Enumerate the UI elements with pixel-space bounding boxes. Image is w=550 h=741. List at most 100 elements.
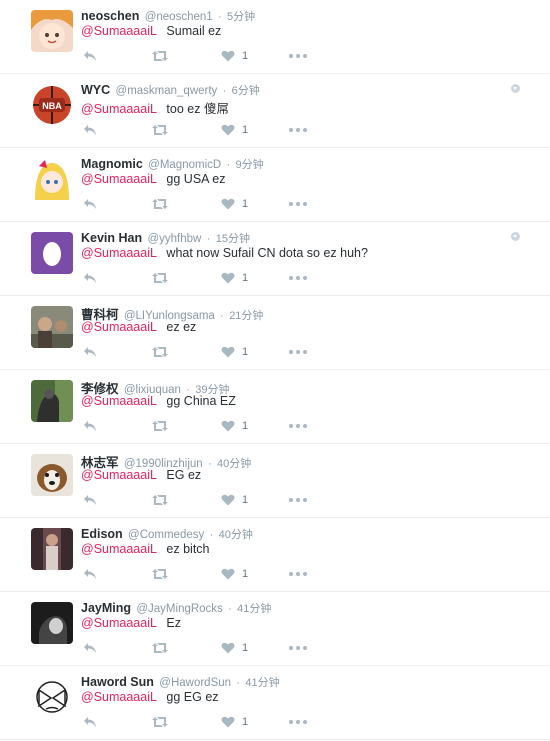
tweet-actions: 1	[81, 269, 321, 287]
tweet-menu-caret-icon[interactable]	[511, 232, 520, 241]
avatar[interactable]: NBA	[31, 84, 73, 126]
retweet-button[interactable]	[151, 121, 169, 139]
avatar[interactable]	[31, 676, 73, 718]
mention-link[interactable]: @SumaaaaiL	[81, 616, 157, 630]
tweet-item[interactable]: Haword Sun @HawordSun · 41分钟 @SumaaaaiL …	[0, 666, 550, 740]
display-name[interactable]: Haword Sun	[81, 675, 154, 689]
separator-dot: ·	[208, 458, 212, 470]
like-button[interactable]: 1	[221, 565, 248, 583]
like-button[interactable]: 1	[221, 47, 248, 65]
avatar[interactable]	[31, 158, 73, 200]
tweet-item[interactable]: NBA WYC @maskman_qwerty · 6分钟 @SumaaaaiL…	[0, 74, 550, 148]
mention-link[interactable]: @SumaaaaiL	[81, 468, 157, 482]
mention-link[interactable]: @SumaaaaiL	[81, 102, 157, 116]
tweet-item[interactable]: Edison @Commedesy · 40分钟 @SumaaaaiL ez b…	[0, 518, 550, 592]
tweet-item[interactable]: Kevin Han @yyhfhbw · 15分钟 @SumaaaaiL wha…	[0, 222, 550, 296]
avatar[interactable]	[31, 232, 73, 274]
display-name[interactable]: Edison	[81, 527, 123, 541]
reply-button[interactable]	[83, 121, 97, 139]
avatar[interactable]	[31, 602, 73, 644]
tweet-item[interactable]: 曹科柯 @LIYunlongsama · 21分钟 @SumaaaaiL ez …	[0, 296, 550, 370]
mention-link[interactable]: @SumaaaaiL	[81, 320, 157, 334]
username[interactable]: @neoschen1	[145, 11, 213, 23]
username[interactable]: @maskman_qwerty	[116, 85, 218, 97]
avatar[interactable]	[31, 454, 73, 496]
timestamp[interactable]: 6分钟	[232, 85, 260, 97]
like-button[interactable]: 1	[221, 269, 248, 287]
timestamp[interactable]: 21分钟	[229, 310, 263, 322]
reply-button[interactable]	[83, 269, 97, 287]
reply-button[interactable]	[83, 195, 97, 213]
like-button[interactable]: 1	[221, 417, 248, 435]
retweet-button[interactable]	[151, 417, 169, 435]
display-name[interactable]: WYC	[81, 83, 110, 97]
tweet-header: Kevin Han @yyhfhbw · 15分钟	[81, 230, 250, 246]
retweet-button[interactable]	[151, 639, 169, 657]
mention-link[interactable]: @SumaaaaiL	[81, 246, 157, 260]
like-button[interactable]: 1	[221, 195, 248, 213]
username[interactable]: @Commedesy	[128, 529, 204, 541]
more-button[interactable]	[289, 639, 307, 657]
retweet-button[interactable]	[151, 195, 169, 213]
timestamp[interactable]: 15分钟	[216, 233, 250, 245]
more-button[interactable]	[289, 269, 307, 287]
more-button[interactable]	[289, 343, 307, 361]
reply-button[interactable]	[83, 713, 97, 731]
display-name[interactable]: JayMing	[81, 601, 131, 615]
reply-button[interactable]	[83, 565, 97, 583]
mention-link[interactable]: @SumaaaaiL	[81, 394, 157, 408]
timestamp[interactable]: 41分钟	[245, 677, 279, 689]
tweet-item[interactable]: JayMing @JayMingRocks · 41分钟 @SumaaaaiL …	[0, 592, 550, 666]
username[interactable]: @yyhfhbw	[147, 233, 201, 245]
tweet-item[interactable]: 李修权 @lixiuquan · 39分钟 @SumaaaaiL gg Chin…	[0, 370, 550, 444]
retweet-button[interactable]	[151, 713, 169, 731]
retweet-button[interactable]	[151, 565, 169, 583]
display-name[interactable]: Kevin Han	[81, 231, 142, 245]
reply-button[interactable]	[83, 343, 97, 361]
timestamp[interactable]: 40分钟	[219, 529, 253, 541]
more-button[interactable]	[289, 565, 307, 583]
avatar[interactable]	[31, 380, 73, 422]
like-button[interactable]: 1	[221, 639, 248, 657]
reply-button[interactable]	[83, 417, 97, 435]
more-button[interactable]	[289, 121, 307, 139]
display-name[interactable]: Magnomic	[81, 157, 143, 171]
timestamp[interactable]: 5分钟	[227, 11, 255, 23]
reply-button[interactable]	[83, 47, 97, 65]
like-button[interactable]: 1	[221, 121, 248, 139]
avatar[interactable]	[31, 528, 73, 570]
tweet-menu-caret-icon[interactable]	[511, 84, 520, 93]
timestamp[interactable]: 9分钟	[236, 159, 264, 171]
more-button[interactable]	[289, 195, 307, 213]
more-button[interactable]	[289, 417, 307, 435]
reply-button[interactable]	[83, 491, 97, 509]
mention-link[interactable]: @SumaaaaiL	[81, 542, 157, 556]
tweet-header: neoschen @neoschen1 · 5分钟	[81, 8, 255, 24]
username[interactable]: @MagnomicD	[148, 159, 221, 171]
retweet-button[interactable]	[151, 47, 169, 65]
avatar[interactable]	[31, 10, 73, 52]
more-button[interactable]	[289, 47, 307, 65]
more-button[interactable]	[289, 491, 307, 509]
timestamp[interactable]: 41分钟	[237, 603, 271, 615]
tweet-item[interactable]: Magnomic @MagnomicD · 9分钟 @SumaaaaiL gg …	[0, 148, 550, 222]
mention-link[interactable]: @SumaaaaiL	[81, 24, 157, 38]
retweet-button[interactable]	[151, 491, 169, 509]
retweet-button[interactable]	[151, 343, 169, 361]
tweet-item[interactable]: neoschen @neoschen1 · 5分钟 @SumaaaaiL Sum…	[0, 0, 550, 74]
like-button[interactable]: 1	[221, 491, 248, 509]
username[interactable]: @HawordSun	[159, 677, 231, 689]
like-button[interactable]: 1	[221, 713, 248, 731]
retweet-button[interactable]	[151, 269, 169, 287]
like-button[interactable]: 1	[221, 343, 248, 361]
display-name[interactable]: neoschen	[81, 9, 139, 23]
tweet-item[interactable]: 林志军 @1990linzhijun · 40分钟 @SumaaaaiL EG …	[0, 444, 550, 518]
more-dots-icon	[289, 276, 307, 280]
mention-link[interactable]: @SumaaaaiL	[81, 172, 157, 186]
timestamp[interactable]: 40分钟	[217, 458, 251, 470]
more-button[interactable]	[289, 713, 307, 731]
mention-link[interactable]: @SumaaaaiL	[81, 690, 157, 704]
reply-button[interactable]	[83, 639, 97, 657]
avatar[interactable]	[31, 306, 73, 348]
username[interactable]: @JayMingRocks	[136, 603, 222, 615]
